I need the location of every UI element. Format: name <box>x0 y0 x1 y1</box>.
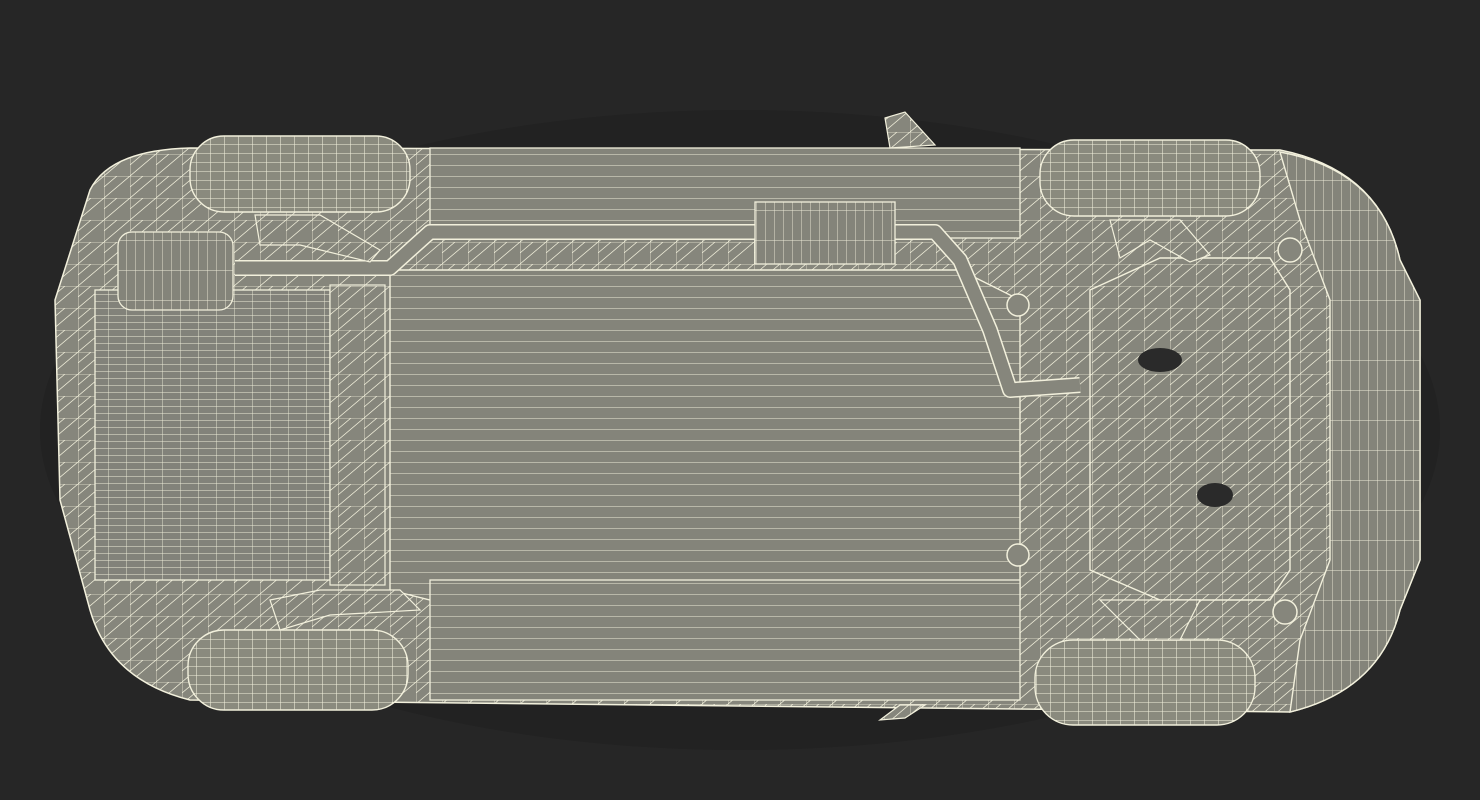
wheel-front-bottom <box>1034 639 1256 726</box>
engine-opening-lower <box>1197 483 1233 507</box>
rear-beam <box>329 284 386 586</box>
engine-opening-upper <box>1138 348 1182 372</box>
front-subframe <box>1089 257 1291 601</box>
bolt-front-bottom <box>1272 599 1298 625</box>
floor-lower-panel <box>429 579 1021 701</box>
rear-fuel-tank <box>94 289 331 581</box>
bolt-mid-top <box>1006 293 1030 317</box>
rear-muffler <box>117 231 234 311</box>
floor-pan <box>389 269 1021 611</box>
wheel-rear-bottom <box>187 629 409 711</box>
wheel-rear-top <box>189 135 411 213</box>
exhaust-resonator <box>754 201 896 265</box>
bolt-front-top <box>1277 237 1303 263</box>
car-underbody-render <box>0 0 1480 800</box>
render-viewport[interactable] <box>0 0 1480 800</box>
bolt-mid-bottom <box>1006 543 1030 567</box>
wheel-front-top <box>1039 139 1261 217</box>
